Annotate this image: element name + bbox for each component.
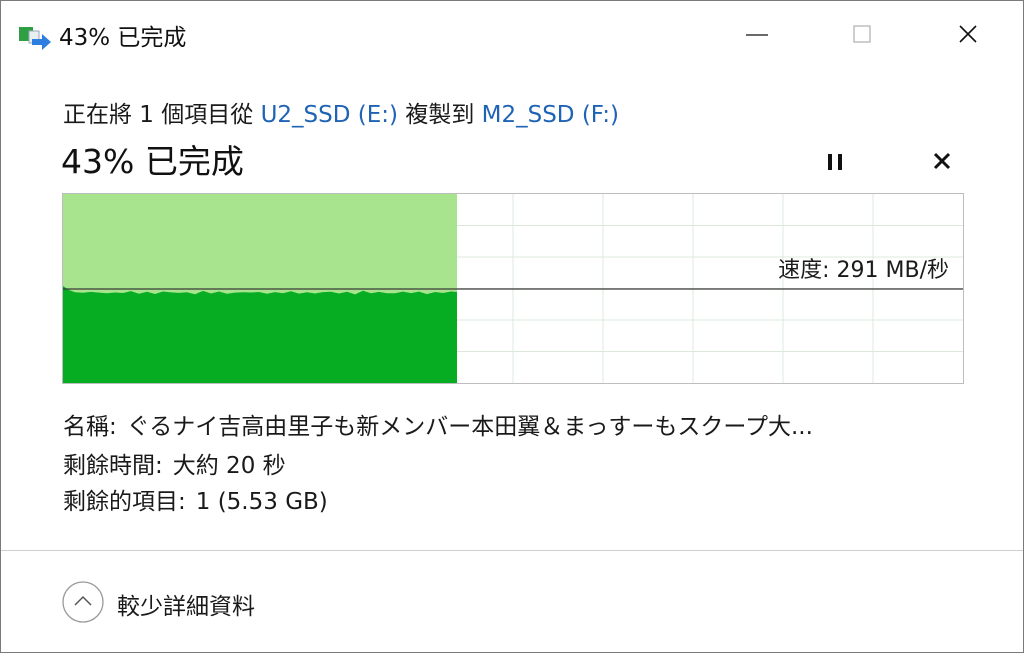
transfer-speed-graph: 速度: 291 MB/秒 [62,193,964,384]
footer-divider [1,550,1023,551]
copy-file-icon [18,25,54,53]
source-link[interactable]: U2_SSD (E:) [261,102,398,128]
time-remaining-row: 剩餘時間: 大約 20 秒 [63,446,286,480]
window-title: 43% 已完成 [59,25,187,51]
fewer-details-label[interactable]: 較少詳細資料 [117,587,255,621]
copy-progress-dialog: 43% 已完成 正在將 1 個項目從 U2_SSD (E:) 複製到 M2_SS… [0,0,1024,653]
fewer-details-button[interactable] [61,580,105,624]
items-remaining-row: 剩餘的項目: 1 (5.53 GB) [63,482,328,516]
destination-link[interactable]: M2_SSD (F:) [482,102,619,128]
pause-button[interactable] [819,147,851,177]
copy-prefix-text: 正在將 1 個項目從 [63,102,254,128]
maximize-icon[interactable] [839,13,885,57]
cancel-button[interactable] [926,147,958,177]
time-value: 大約 20 秒 [172,453,286,479]
cancel-icon [933,152,951,170]
items-value: 1 (5.53 GB) [195,489,328,515]
minimize-icon[interactable] [734,13,780,57]
time-label: 剩餘時間: [63,453,163,479]
name-label: 名稱: [63,414,117,440]
items-label: 剩餘的項目: [63,489,186,515]
name-value: ぐるナイ吉高由里子も新メンバー本田翼＆まっすーもスクープ大... [126,414,813,440]
copy-middle-text: 複製到 [405,102,475,128]
file-name-row: 名稱: ぐるナイ吉高由里子も新メンバー本田翼＆まっすーもスクープ大... [63,407,953,441]
copy-description: 正在將 1 個項目從 U2_SSD (E:) 複製到 M2_SSD (F:) [63,95,619,129]
title-bar[interactable]: 43% 已完成 [1,1,1023,67]
progress-percent: 43% 已完成 [61,142,244,181]
speed-history-area [63,286,457,383]
pause-icon [828,154,832,170]
close-icon[interactable] [945,13,991,57]
speed-label: 速度: 291 MB/秒 [778,258,949,283]
